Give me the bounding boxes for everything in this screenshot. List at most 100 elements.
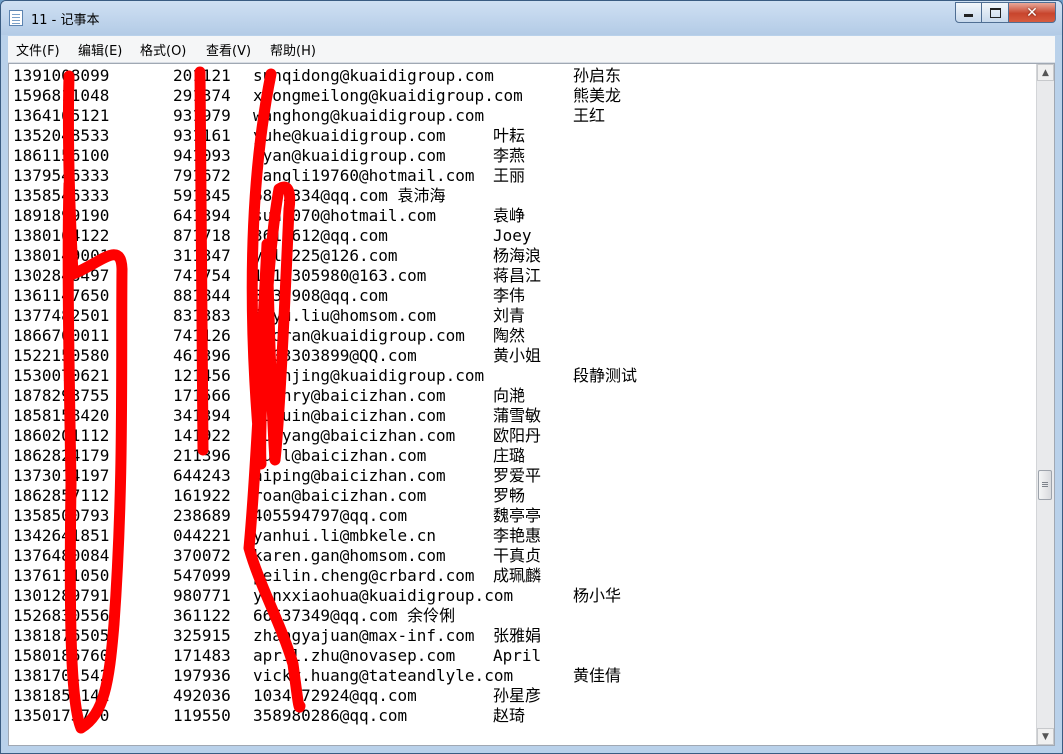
maximize-button[interactable] bbox=[982, 2, 1009, 23]
code-number: 341394 bbox=[173, 406, 231, 425]
phone-number: 1878293755 bbox=[13, 386, 110, 405]
phone-number: 1379546333 bbox=[13, 166, 110, 185]
email-address: vicky.huang@tateandlyle.com bbox=[253, 666, 514, 685]
phone-number: 1381859141 bbox=[13, 686, 110, 705]
menu-help[interactable]: 帮助(H) bbox=[270, 40, 316, 59]
email-address: zuul@baicizhan.com bbox=[253, 446, 427, 465]
phone-number: 1858158420 bbox=[13, 406, 110, 425]
phone-number: 1376111050 bbox=[13, 566, 110, 585]
phone-number: 1530070621 bbox=[13, 366, 110, 385]
scrollbar-thumb[interactable] bbox=[1038, 470, 1052, 500]
code-number: 941093 bbox=[173, 146, 231, 165]
code-number: 044221 bbox=[173, 526, 231, 545]
email-address: aiping@baicizhan.com bbox=[253, 466, 446, 485]
email-address: sun1070@hotmail.com bbox=[253, 206, 437, 225]
code-number: 641394 bbox=[173, 206, 231, 225]
code-number: 171483 bbox=[173, 646, 231, 665]
email-address: karen.gan@homsom.com bbox=[253, 546, 446, 565]
window-title: 11 - 记事本 bbox=[31, 13, 100, 28]
email-address: 405594797@qq.com bbox=[253, 506, 408, 525]
email-address: april.zhu@novasep.com bbox=[253, 646, 456, 665]
minimize-icon bbox=[964, 14, 973, 17]
contact-name-far: 黄佳倩 bbox=[573, 666, 622, 685]
contact-name-far: 段静测试 bbox=[573, 366, 638, 385]
email-address: duanjing@kuaidigroup.com bbox=[253, 366, 485, 385]
email-address: lyan@kuaidigroup.com bbox=[253, 146, 446, 165]
contact-name: 向滟 bbox=[493, 386, 526, 405]
scroll-down-icon[interactable]: ▼ bbox=[1037, 728, 1054, 745]
contact-name: 魏亭亭 bbox=[493, 506, 542, 525]
email-address: puxuin@baicizhan.com bbox=[253, 406, 446, 425]
contact-name: 袁峥 bbox=[493, 206, 526, 225]
minimize-button[interactable] bbox=[955, 2, 982, 23]
text-editor[interactable]: 1391008099 201121 sunqidong@kuaidigroup.co… bbox=[8, 63, 1055, 746]
code-number: 291374 bbox=[173, 86, 231, 105]
code-number: 121456 bbox=[173, 366, 231, 385]
menu-file[interactable]: 文件(F) bbox=[16, 40, 60, 59]
contact-name: 蒲雪敏 bbox=[493, 406, 542, 425]
email-address: 1503303899@QQ.com bbox=[253, 346, 417, 365]
code-number: 361122 bbox=[173, 606, 231, 625]
phone-number: 1301289791 bbox=[13, 586, 110, 605]
contact-name: 罗畅 bbox=[493, 486, 526, 505]
code-number: 741754 bbox=[173, 266, 231, 285]
email-address: roan@baicizhan.com bbox=[253, 486, 427, 505]
phone-number: 1381701542 bbox=[13, 666, 110, 685]
phone-number: 1526830556 bbox=[13, 606, 110, 625]
close-button[interactable]: ✕ bbox=[1009, 2, 1056, 23]
menu-view[interactable]: 查看(V) bbox=[206, 40, 251, 59]
email-address: 3130908@qq.com bbox=[253, 286, 388, 305]
notepad-window: 11 - 记事本 ✕ 文件(F) 编辑(E) 格式(O) 查看(V) 帮助(H)… bbox=[0, 0, 1063, 754]
code-number: 881844 bbox=[173, 286, 231, 305]
phone-number: 1352048533 bbox=[13, 126, 110, 145]
code-number: 197936 bbox=[173, 666, 231, 685]
code-number: 461396 bbox=[173, 346, 231, 365]
email-address: yhl9225@126.com bbox=[253, 246, 398, 265]
phone-number: 1862857112 bbox=[13, 486, 110, 505]
code-number: 370072 bbox=[173, 546, 231, 565]
phone-number: 1380164122 bbox=[13, 226, 110, 245]
email-address: 3615612@qq.com bbox=[253, 226, 388, 245]
email-address: yanhui.li@mbkele.cn bbox=[253, 526, 437, 545]
code-number: 591345 bbox=[173, 186, 231, 205]
code-number: 492036 bbox=[173, 686, 231, 705]
email-address: wangli19760@hotmail.com bbox=[253, 166, 475, 185]
close-icon: ✕ bbox=[1026, 4, 1038, 21]
contact-name: 张雅娟 bbox=[493, 626, 542, 645]
contact-name-far: 杨小华 bbox=[573, 586, 622, 605]
phone-number: 1302848497 bbox=[13, 266, 110, 285]
phone-number: 1358546333 bbox=[13, 186, 110, 205]
phone-number: 1381876505 bbox=[13, 626, 110, 645]
scroll-up-icon[interactable]: ▲ bbox=[1037, 64, 1054, 81]
vertical-scrollbar[interactable]: ▲ ▼ bbox=[1036, 64, 1054, 745]
menu-bar: 文件(F) 编辑(E) 格式(O) 查看(V) 帮助(H) bbox=[8, 36, 1055, 63]
email-address: yanxxiaohua@kuaidigroup.com bbox=[253, 586, 514, 605]
contact-name: Joey bbox=[493, 226, 532, 245]
code-number: 238689 bbox=[173, 506, 231, 525]
maximize-icon bbox=[989, 7, 1001, 18]
email-address: sunqidong@kuaidigroup.com bbox=[253, 66, 494, 85]
code-number: 171566 bbox=[173, 386, 231, 405]
code-number: 119550 bbox=[173, 706, 231, 725]
contact-name: 刘青 bbox=[493, 306, 526, 325]
notepad-icon[interactable] bbox=[9, 10, 23, 26]
code-number: 311347 bbox=[173, 246, 231, 265]
phone-number: 1860201112 bbox=[13, 426, 110, 445]
code-number: 871718 bbox=[173, 226, 231, 245]
phone-number: 1862824179 bbox=[13, 446, 110, 465]
contact-name: 干真贞 bbox=[493, 546, 542, 565]
phone-number: 1358500793 bbox=[13, 506, 110, 525]
contact-name-far: 熊美龙 bbox=[573, 86, 622, 105]
code-number: 325915 bbox=[173, 626, 231, 645]
phone-number: 1391008099 bbox=[13, 66, 110, 85]
email-address: jqyu.liu@homsom.com bbox=[253, 306, 437, 325]
title-bar[interactable]: 11 - 记事本 ✕ bbox=[1, 1, 1062, 35]
menu-edit[interactable]: 编辑(E) bbox=[78, 40, 122, 59]
menu-format[interactable]: 格式(O) bbox=[140, 40, 186, 59]
code-number: 201121 bbox=[173, 66, 231, 85]
phone-number: 1866700011 bbox=[13, 326, 110, 345]
email-address: taoran@kuaidigroup.com bbox=[253, 326, 465, 345]
email-address: chenry@baicizhan.com bbox=[253, 386, 446, 405]
email-address: 1315305980@163.com bbox=[253, 266, 427, 285]
contact-name: 蒋昌江 bbox=[493, 266, 542, 285]
